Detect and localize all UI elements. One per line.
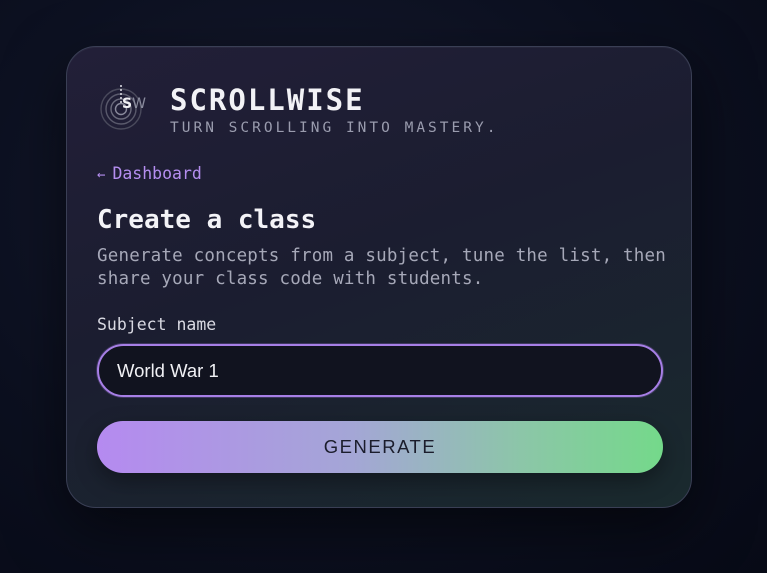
subject-name-field-wrapper bbox=[97, 344, 663, 397]
subject-name-label: Subject name bbox=[97, 315, 217, 334]
subject-name-input[interactable] bbox=[117, 346, 637, 395]
logo-monogram-w: W bbox=[132, 96, 146, 112]
logo-monogram: SW bbox=[122, 96, 146, 112]
page-title: Create a class bbox=[97, 205, 317, 235]
page-description: Generate concepts from a subject, tune t… bbox=[97, 246, 667, 289]
brand-header: SW SCROLLWISE TURN SCROLLING INTO MASTER… bbox=[97, 81, 597, 137]
arrow-left-icon: ← bbox=[97, 167, 106, 183]
brand-title: SCROLLWISE bbox=[170, 83, 365, 117]
create-class-card: SW SCROLLWISE TURN SCROLLING INTO MASTER… bbox=[66, 46, 692, 508]
logo-monogram-s: S bbox=[122, 96, 133, 112]
generate-button[interactable]: GENERATE bbox=[97, 421, 663, 473]
back-link-label: Dashboard bbox=[112, 164, 202, 183]
back-to-dashboard-link[interactable]: ← Dashboard bbox=[97, 164, 202, 183]
brand-tagline: TURN SCROLLING INTO MASTERY. bbox=[170, 120, 499, 136]
